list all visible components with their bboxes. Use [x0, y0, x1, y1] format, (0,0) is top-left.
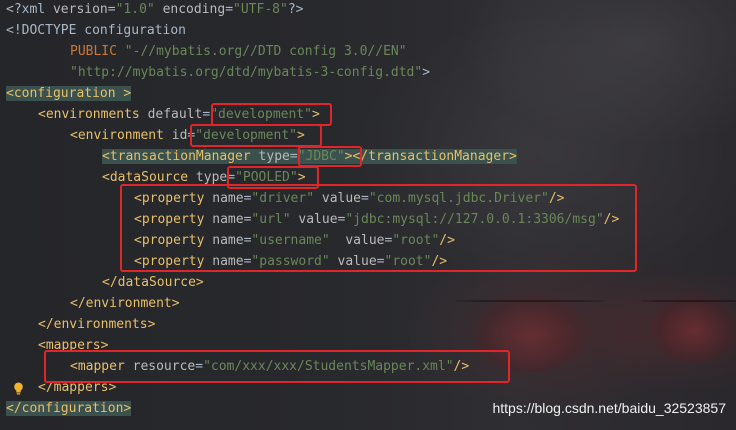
annotation-box-jdbc [298, 146, 362, 167]
doctype-public-id: "-//mybatis.org//DTD config 3.0//EN" [124, 44, 407, 59]
xml-declaration-open: <?xml [6, 2, 53, 17]
attr-type: type [188, 170, 228, 185]
environments-tag: <environments [38, 107, 140, 122]
environment-tag: <environment [70, 128, 164, 143]
equals-sign: = [289, 149, 298, 164]
doctype-system-id: "http://mybatis.org/dtd/mybatis-3-config… [70, 65, 423, 80]
xml-declaration-close: ?> [287, 2, 304, 17]
code-line-5[interactable]: <configuration > [6, 83, 132, 104]
equals-sign: = [107, 2, 116, 17]
equals-sign: = [225, 2, 234, 17]
annotation-box-environment-id [190, 124, 322, 147]
environment-close-tag: </environment> [70, 296, 180, 311]
code-line-2[interactable]: <!DOCTYPE configuration [6, 20, 186, 41]
public-keyword: PUBLIC [70, 44, 117, 59]
datasource-tag: <dataSource [102, 170, 189, 185]
code-line-15[interactable]: </environment> [70, 293, 180, 314]
code-line-4[interactable]: "http://mybatis.org/dtd/mybatis-3-config… [70, 62, 430, 83]
attr-id: id [163, 128, 188, 143]
code-line-20[interactable]: </configuration> [6, 398, 132, 419]
configuration-open-tag: <configuration > [6, 86, 132, 101]
annotation-box-mapper [44, 350, 510, 383]
configuration-close-tag: </configuration> [6, 401, 132, 416]
annotation-box-default [211, 103, 332, 126]
code-line-1[interactable]: <?xml version="1.0" encoding="UTF-8"?> [6, 0, 303, 20]
attr-default: default [139, 107, 203, 122]
attr-encoding: encoding [162, 2, 226, 17]
transaction-manager-tag: <transactionManager [102, 149, 251, 164]
background-lash-right [640, 300, 736, 302]
environments-close-tag: </environments> [38, 317, 156, 332]
doctype-close: > [422, 65, 431, 80]
annotation-box-properties [120, 184, 637, 272]
code-line-16[interactable]: </environments> [38, 314, 155, 335]
datasource-close-tag: </dataSource> [102, 275, 204, 290]
watermark-url: https://blog.csdn.net/baidu_32523857 [492, 400, 726, 416]
code-line-14[interactable]: </dataSource> [102, 272, 204, 293]
attr-version: version [52, 2, 108, 17]
transaction-manager-close-tag: ></transactionManager> [344, 149, 517, 164]
attr-type: type [250, 149, 290, 164]
doctype-declaration: <!DOCTYPE configuration [6, 23, 187, 38]
value-version: "1.0" [115, 2, 155, 17]
lightbulb-icon[interactable] [13, 382, 24, 395]
background-eye-right [650, 292, 736, 362]
code-line-3[interactable]: PUBLIC "-//mybatis.org//DTD config 3.0//… [70, 41, 407, 62]
background-lash-left [455, 300, 605, 302]
value-encoding: "UTF-8" [233, 2, 288, 17]
